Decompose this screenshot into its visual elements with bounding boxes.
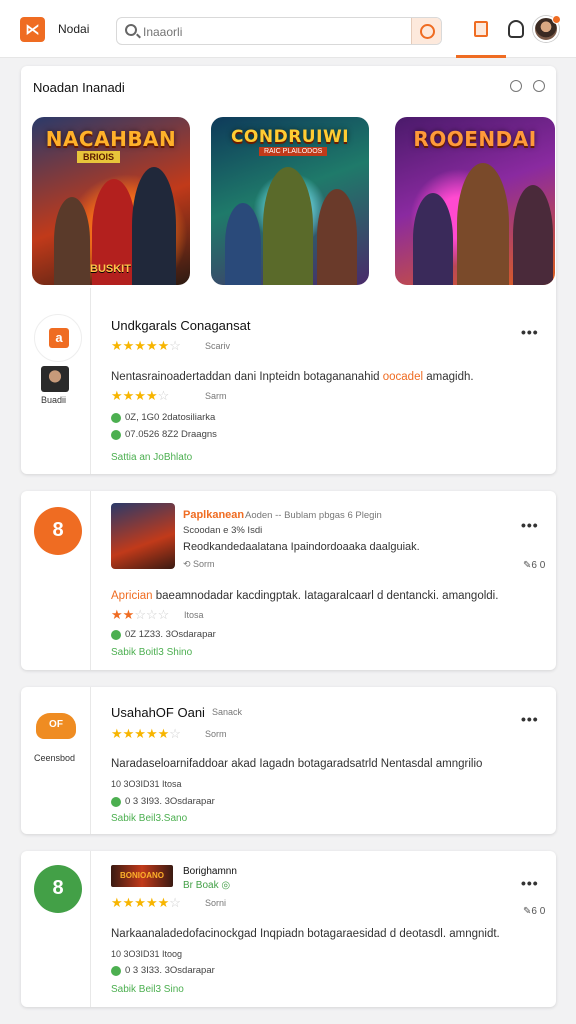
meta-row: 0 3 3I93. 3Osdarapar [111, 796, 215, 807]
item-link[interactable]: Sabik Beil3 Sino [111, 984, 184, 995]
more-options-icon[interactable]: ••• [521, 875, 539, 891]
more-options-icon[interactable]: ••• [521, 517, 539, 533]
refresh-icon[interactable] [510, 80, 522, 92]
app-banner[interactable]: BONIOANO [111, 865, 173, 887]
publisher-sub: Br Boak ◎ [183, 880, 231, 891]
more-options-icon[interactable]: ••• [521, 711, 539, 727]
search-box[interactable] [116, 17, 442, 45]
active-tab-indicator [456, 55, 506, 58]
featured-game-2[interactable]: CONDRUIWI RAIC PLAILODOS [211, 117, 369, 285]
title-meta: Sanack [212, 707, 243, 717]
publisher-line: Scoodan e 3% Isdi [183, 525, 263, 536]
meta-row: 0Z, 1G0 2datosiliarka [111, 412, 215, 423]
like-icon [111, 965, 121, 976]
sub-star-rating: ★★☆☆☆ [111, 607, 170, 622]
sub-star-rating: ★★★★☆ [111, 388, 170, 403]
app-description: Narkaanaladedofacinockgad Inqpiadn botag… [111, 928, 500, 940]
search-button[interactable] [411, 18, 441, 44]
user-avatar[interactable] [533, 15, 561, 42]
item-link[interactable]: Sabik Beil3.Sano [111, 813, 187, 824]
sub-rating-line: 10 3O3ID31 Itoog [111, 949, 183, 959]
game-title-art: NACAHBAN [45, 127, 177, 151]
featured-game-3[interactable]: ROOENDAI [395, 117, 555, 285]
app-tagline: Reodkandedaalatana Ipaindordoaaka daalgu… [183, 541, 420, 553]
rating-label: ⟲ Sorm [183, 559, 215, 569]
app-logo-2[interactable]: 8 [34, 507, 82, 555]
developer-name: Ceensbod [34, 753, 76, 763]
app-description: Naradaseloarnifaddoar akad Iagadn botaga… [111, 758, 483, 770]
app-description: Nentasrainoadertaddan dani Inpteidn bota… [111, 371, 474, 383]
game-title-art: ROOENDAI [413, 127, 537, 151]
star-rating: ★★★★★☆ [111, 726, 181, 741]
app-logo-text: 8 [52, 877, 64, 899]
library-icon[interactable] [474, 21, 488, 37]
publisher-meta: Aoden -- Bublam pbgas 6 Plegin [245, 510, 382, 521]
featured-card: Noadan Inanadi NACAHBAN BRIOIS BUSKIT CO… [21, 66, 556, 474]
app-card-3: OF Ceensbod UsahahOF Oani Sanack ★★★★★☆ … [21, 687, 556, 834]
app-logo-text: a [49, 328, 69, 348]
app-name: Nodai [58, 22, 90, 36]
meta-row: 07.0526 8Z2 Draagns [111, 429, 217, 440]
notification-icon[interactable] [508, 20, 524, 38]
app-logo-4[interactable]: 8 [34, 865, 82, 913]
meta-row: 0 3 3I33. 3Osdarapar [111, 965, 215, 976]
author-avatar[interactable] [41, 366, 69, 392]
app-card-4: 8 BONIOANO Borighamnn Br Boak ◎ ★★★★★☆ S… [21, 851, 556, 1007]
app-logo[interactable]: ⋉ [20, 17, 45, 42]
players-icon [111, 429, 121, 440]
app-logo-1[interactable]: a [34, 314, 82, 362]
sub-rating-line: 10 3O3ID31 Itosa [111, 779, 182, 789]
share-count[interactable]: ✎6 0 [523, 906, 545, 917]
column-divider [90, 491, 91, 670]
app-logo-3[interactable]: OF [36, 713, 76, 739]
game-title-art: CONDRUIWI [230, 127, 350, 147]
game-subtitle-art: BRIOIS [77, 151, 121, 163]
download-icon [111, 412, 121, 423]
rating-label: Sorni [205, 898, 227, 908]
column-divider [90, 851, 91, 1007]
search-icon [125, 24, 137, 36]
column-divider [90, 288, 91, 474]
info-icon[interactable] [533, 80, 545, 92]
app-title[interactable]: UsahahOF Oani [111, 705, 205, 720]
sub-rating-label: Itosa [184, 610, 204, 620]
section-title: Noadan Inanadi [33, 80, 125, 95]
top-bar: ⋉ Nodai [0, 0, 576, 58]
publisher-name[interactable]: Paplkanean [183, 509, 244, 521]
author-name: Buadii [41, 395, 67, 405]
publisher-name[interactable]: Borighamnn [183, 866, 237, 877]
search-input[interactable] [143, 23, 403, 41]
item-link[interactable]: Sabik Boitl3 Shino [111, 647, 192, 658]
rating-label: Scariv [205, 341, 231, 351]
like-icon [111, 629, 121, 640]
item-link[interactable]: Sattia an JoBhlato [111, 452, 192, 463]
column-divider [90, 687, 91, 834]
star-rating: ★★★★★☆ [111, 338, 181, 353]
app-thumbnail[interactable] [111, 503, 175, 569]
notification-dot [552, 15, 561, 24]
sub-rating-label: Sarm [205, 391, 227, 401]
app-card-2: 8 Paplkanean Aoden -- Bublam pbgas 6 Ple… [21, 491, 556, 670]
app-logo-text: OF [49, 719, 63, 730]
share-count[interactable]: ✎6 0 [523, 560, 545, 571]
like-icon [111, 796, 121, 807]
app-logo-text: 8 [52, 519, 64, 541]
star-rating: ★★★★★☆ [111, 895, 181, 910]
more-options-icon[interactable]: ••• [521, 324, 539, 340]
game-subtitle-art: RAIC PLAILODOS [259, 147, 328, 156]
meta-row: 0Z 1Z33. 3Osdarapar [111, 629, 216, 640]
featured-game-1[interactable]: NACAHBAN BRIOIS BUSKIT [32, 117, 190, 285]
rating-label: Sorm [205, 729, 227, 739]
app-description: Aprician baeamnodadar kacdingptak. Iatag… [111, 590, 499, 602]
game-badge-art: BUSKIT [90, 263, 131, 275]
app-title[interactable]: Undkgarals Conagansat [111, 318, 250, 333]
